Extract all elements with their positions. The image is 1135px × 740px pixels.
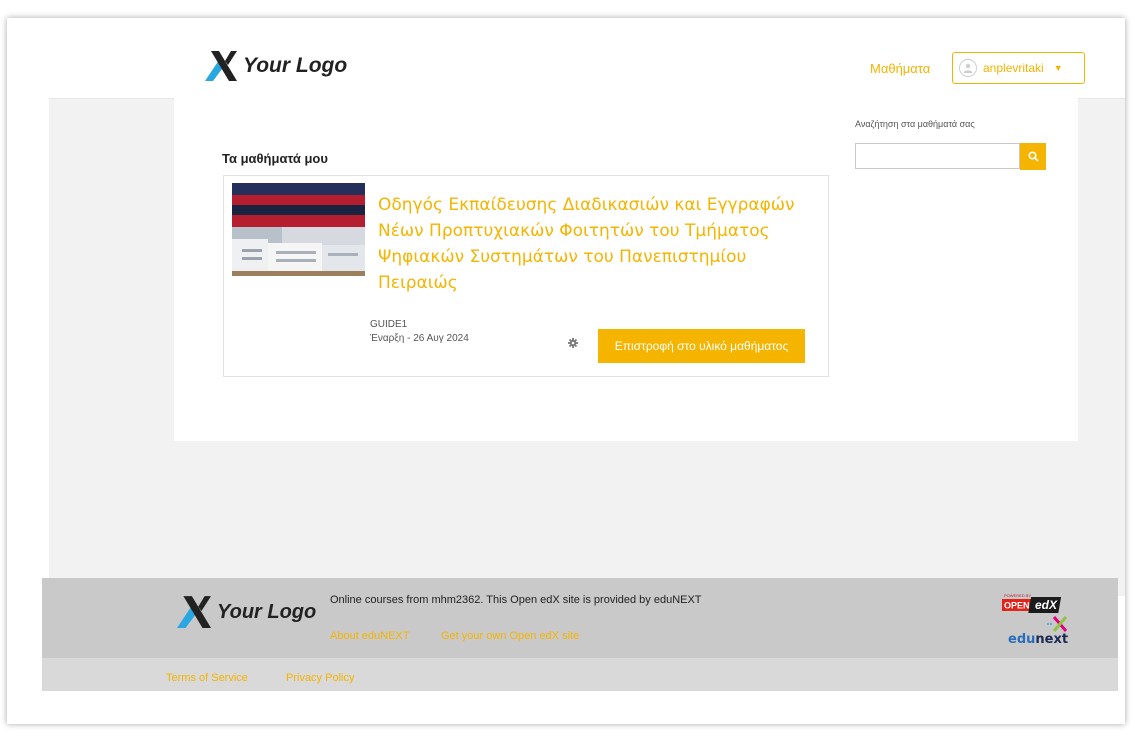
- my-courses-heading: Τα μαθήματά μου: [222, 151, 328, 166]
- edunext-next-text: next: [1035, 632, 1069, 647]
- terms-of-service-link[interactable]: Terms of Service: [166, 672, 248, 684]
- edunext-x-icon: [1047, 616, 1068, 632]
- header-logo[interactable]: Your Logo: [205, 51, 347, 81]
- logo-text: Your Logo: [243, 54, 348, 77]
- user-menu-dropdown[interactable]: anplevritaki ▼: [952, 52, 1085, 84]
- footer-description: Online courses from mhm2362. This Open e…: [330, 594, 702, 606]
- get-open-edx-link[interactable]: Get your own Open edX site: [441, 630, 579, 642]
- x-logo-icon: [177, 596, 211, 628]
- privacy-policy-link[interactable]: Privacy Policy: [286, 672, 354, 684]
- nav-courses-link[interactable]: Μαθήματα: [870, 61, 930, 76]
- edunext-logo[interactable]: edunext: [1008, 616, 1078, 647]
- search-button[interactable]: [1020, 143, 1046, 170]
- edunext-edu-text: edu: [1008, 632, 1036, 647]
- course-code: GUIDE1: [370, 319, 408, 330]
- search-icon: [1027, 151, 1039, 162]
- search-input[interactable]: [855, 143, 1020, 169]
- chevron-down-icon: ▼: [1053, 63, 1063, 73]
- badge-edx-text: edX: [1035, 598, 1058, 612]
- course-card: Οδηγός Εκπαίδευσης Διαδικασιών και Εγγρα…: [223, 175, 829, 377]
- site-header: Your Logo Μαθήματα anplevritaki ▼: [7, 18, 1118, 98]
- search-label: Αναζήτηση στα μαθήματά σας: [855, 119, 975, 129]
- powered-by-openedx-badge[interactable]: POWERED BY OPEN edX: [1002, 592, 1064, 619]
- course-start-date: Έναρξη - 26 Αυγ 2024: [370, 333, 469, 344]
- edunext-wordmark: edunext: [1008, 632, 1068, 647]
- badge-open-text: OPEN: [1004, 601, 1030, 611]
- user-avatar-icon: [959, 59, 977, 77]
- footer-logo[interactable]: Your Logo: [177, 596, 316, 628]
- resume-course-button[interactable]: Επιστροφή στο υλικό μαθήματος: [598, 329, 805, 363]
- course-thumbnail[interactable]: [232, 183, 365, 276]
- course-title-link[interactable]: Οδηγός Εκπαίδευσης Διαδικασιών και Εγγρα…: [378, 192, 818, 296]
- footer-logo-text: Your Logo: [217, 600, 317, 623]
- gear-icon[interactable]: [566, 336, 580, 350]
- username-label: anplevritaki: [983, 61, 1044, 75]
- badge-powered-text: POWERED BY: [1004, 593, 1031, 598]
- about-edunext-link[interactable]: About eduNEXT: [330, 630, 410, 642]
- x-logo-icon: [205, 51, 237, 81]
- site-footer: Your Logo Online courses from mhm2362. T…: [42, 578, 1118, 658]
